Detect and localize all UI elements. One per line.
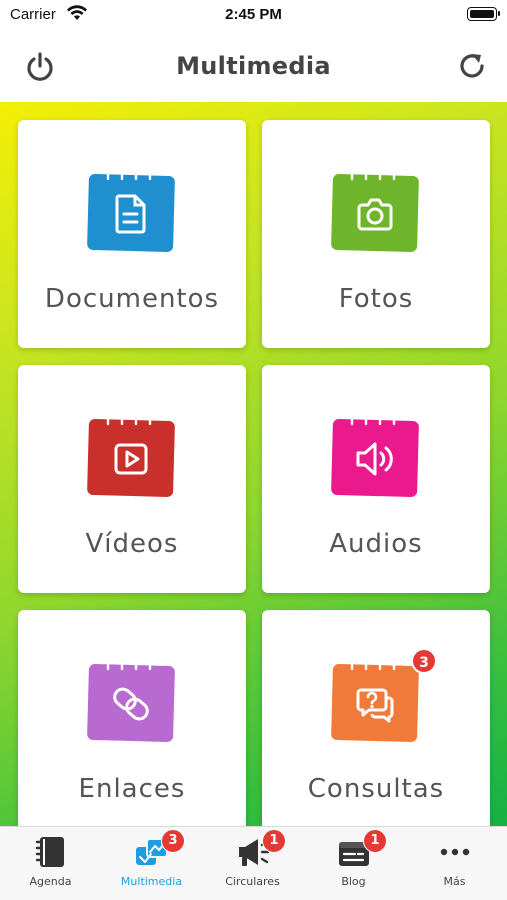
link-icon: [87, 657, 175, 743]
tile-audios[interactable]: Audios: [262, 365, 490, 593]
tile-label: Enlaces: [78, 774, 186, 804]
tab-label: Más: [443, 875, 466, 888]
tile-label: Documentos: [44, 284, 220, 314]
agenda-book-icon: [35, 837, 64, 867]
tab-label: Agenda: [29, 875, 72, 888]
camera-icon: [331, 167, 419, 253]
tile-consultas[interactable]: 3 Consultas: [262, 610, 490, 826]
tile-videos[interactable]: Vídeos: [18, 365, 246, 593]
tab-blog[interactable]: 1 Blog: [303, 827, 404, 900]
navigation-bar: Multimedia: [0, 32, 507, 102]
tile-label: Fotos: [338, 284, 414, 314]
page-title: Multimedia: [176, 52, 331, 80]
tile-label: Audios: [329, 529, 423, 559]
multimedia-grid: Documentos Fotos Vídeos Audios Enlaces 3…: [0, 102, 507, 826]
tab-label: Blog: [341, 875, 366, 888]
tab-mas[interactable]: Más: [404, 827, 505, 900]
tile-documentos[interactable]: Documentos: [18, 120, 246, 348]
refresh-icon[interactable]: [455, 49, 489, 83]
clock: 2:45 PM: [225, 6, 282, 23]
tab-label: Circulares: [225, 875, 280, 888]
notification-badge: 1: [262, 829, 286, 853]
notification-badge: 1: [363, 829, 387, 853]
tile-enlaces[interactable]: Enlaces: [18, 610, 246, 826]
status-bar: Carrier 2:45 PM: [0, 0, 507, 32]
speaker-icon: [331, 412, 419, 498]
video-play-icon: [87, 412, 175, 498]
more-dots-icon: [440, 848, 470, 856]
tile-fotos[interactable]: Fotos: [262, 120, 490, 348]
question-chat-icon: [331, 657, 419, 743]
battery-icon: [467, 7, 500, 21]
tab-circulares[interactable]: 1 Circulares: [202, 827, 303, 900]
tab-bar: Agenda 3 Multimedia 1 Circulares 1 Blog: [0, 826, 507, 900]
notification-badge: 3: [161, 829, 185, 853]
tab-label: Multimedia: [120, 875, 183, 888]
tile-label: Consultas: [307, 774, 445, 804]
tab-agenda[interactable]: Agenda: [0, 827, 101, 900]
document-icon: [87, 167, 175, 253]
notification-badge: 3: [411, 648, 437, 674]
tile-label: Vídeos: [85, 529, 179, 559]
tab-multimedia[interactable]: 3 Multimedia: [101, 827, 202, 900]
